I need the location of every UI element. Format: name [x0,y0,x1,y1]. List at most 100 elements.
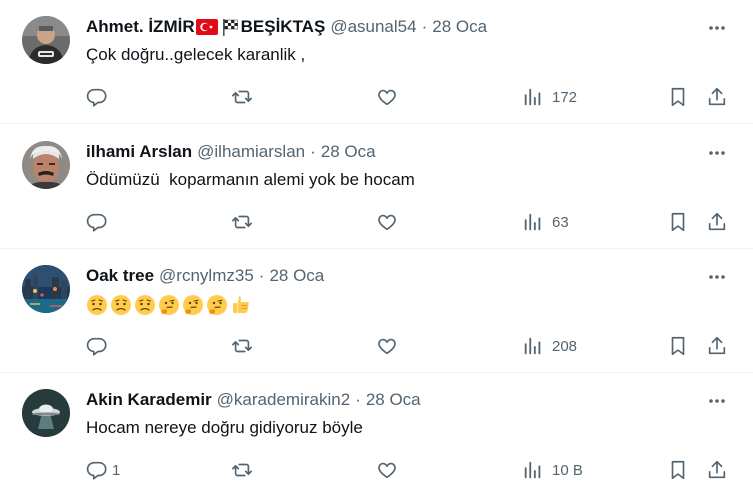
more-icon [709,26,725,30]
heart-icon [378,462,396,479]
retweet-button[interactable] [231,83,253,111]
bookmark-icon [671,460,685,480]
separator-dot: · [310,142,316,161]
worried-face-icon [87,295,107,315]
tweet-actions: 63 [0,208,753,236]
thinking-face-icon [159,295,179,315]
separator-dot: · [355,390,361,409]
separator-dot: · [258,266,265,285]
author-name[interactable]: ilhami Arslan [86,142,192,162]
views-chart-icon [524,88,541,106]
tweet-text: Hocam nereye doğru gidiyoruz böyle [86,418,363,437]
author-name[interactable]: Akin Karademir [86,390,212,410]
reply-button[interactable] [86,208,116,236]
retweet-button[interactable] [231,332,253,360]
tweet-text: Ödümüzü koparmanın alemi yok be hocam [86,170,415,189]
more-icon [709,275,725,279]
retweet-icon [232,215,252,229]
tweet-item[interactable]: Oak tree @rcnylmz35 · 28 Oca 208 [0,249,753,373]
avatar[interactable] [22,141,70,189]
bookmark-button[interactable] [667,83,689,111]
tweet-date[interactable]: 28 Oca [366,390,421,410]
views-chart-icon [524,213,541,231]
more-options-button[interactable] [707,18,727,38]
heart-icon [378,338,396,355]
author-handle[interactable]: @asunal54 [330,17,416,37]
views-count: 172 [552,88,578,106]
separator-dot: · [421,17,428,36]
tweet-item[interactable]: ilhami Arslan @ilhamiarslan · 28 Oca Ödü… [0,125,753,249]
bookmark-button[interactable] [667,332,689,360]
tweet-date[interactable]: 28 Oca [432,17,487,37]
author-handle[interactable]: @ilhamiarslan [197,142,305,162]
tweet-item[interactable]: Ahmet. İZMİR BEŞİKTAŞ @asunal54 · 28 Oca… [0,0,753,124]
tweet-emoji-row [86,294,252,316]
more-options-button[interactable] [707,267,727,287]
tweet-header: Oak tree @rcnylmz35 · 28 Oca [86,264,324,288]
share-button[interactable] [706,83,728,111]
share-button[interactable] [706,332,728,360]
like-button[interactable] [376,83,398,111]
author-name[interactable]: Ahmet. İZMİR [86,17,195,37]
views-count: 208 [552,337,578,355]
retweet-icon [232,463,252,477]
tweet-date[interactable]: 28 Oca [321,142,376,162]
tweet-text: Çok doğru..gelecek karanlik , [86,45,306,64]
views-button[interactable]: 208 [522,332,577,360]
author-handle[interactable]: @karademirakin2 [217,390,350,410]
like-button[interactable] [376,208,398,236]
heart-icon [378,89,396,106]
tweet-actions: 1 10 B [0,456,753,484]
tweet-actions: 172 [0,83,753,111]
reply-button[interactable] [86,332,116,360]
checkered-flag-icon [220,17,240,37]
heart-icon [378,214,396,231]
reply-icon [86,337,107,356]
retweet-icon [232,339,252,353]
more-options-button[interactable] [707,143,727,163]
like-button[interactable] [376,456,398,484]
share-icon [708,87,726,106]
avatar[interactable] [22,265,70,313]
more-icon [709,151,725,155]
views-count: 63 [552,213,569,231]
retweet-button[interactable] [231,456,253,484]
author-handle[interactable]: @rcnylmz35 [159,266,254,286]
reply-icon [86,461,107,480]
tweet-feed: Ahmet. İZMİR BEŞİKTAŞ @asunal54 · 28 Oca… [0,0,753,502]
retweet-button[interactable] [231,208,253,236]
author-name-suffix[interactable]: BEŞİKTAŞ [241,17,326,37]
views-count: 10 B [552,461,583,479]
more-options-button[interactable] [707,391,727,411]
share-icon [708,212,726,231]
bookmark-button[interactable] [667,208,689,236]
reply-icon [86,88,107,107]
like-button[interactable] [376,332,398,360]
share-icon [708,336,726,355]
worried-face-icon [135,295,155,315]
reply-button[interactable] [86,83,116,111]
worried-face-icon [111,295,131,315]
thinking-face-icon [207,295,227,315]
views-button[interactable]: 10 B [522,456,583,484]
author-name[interactable]: Oak tree [86,266,154,286]
turkey-flag-icon [195,19,218,35]
bookmark-button[interactable] [667,456,689,484]
thinking-face-icon [183,295,203,315]
share-button[interactable] [706,456,728,484]
bookmark-icon [671,212,685,232]
tweet-item[interactable]: Akin Karademir @karademirakin2 · 28 Oca … [0,373,753,497]
avatar[interactable] [22,389,70,437]
reply-icon [86,213,107,232]
avatar[interactable] [22,16,70,64]
views-button[interactable]: 172 [522,83,577,111]
share-button[interactable] [706,208,728,236]
thumbs-up-icon [233,296,249,313]
tweet-header: Akin Karademir @karademirakin2 · 28 Oca [86,388,421,412]
tweet-date[interactable]: 28 Oca [269,266,324,286]
tweet-actions: 208 [0,332,753,360]
share-icon [708,460,726,479]
views-button[interactable]: 63 [522,208,569,236]
reply-button[interactable]: 1 [86,456,120,484]
tweet-header: ilhami Arslan @ilhamiarslan · 28 Oca [86,140,376,164]
